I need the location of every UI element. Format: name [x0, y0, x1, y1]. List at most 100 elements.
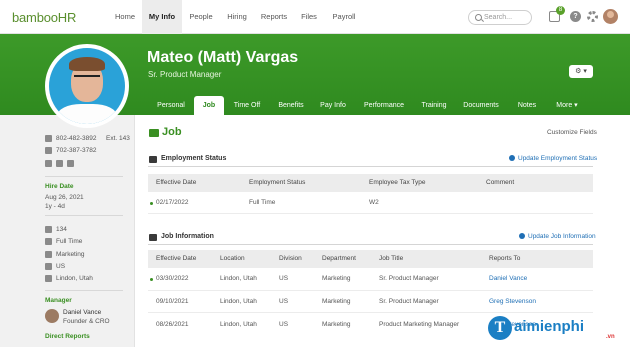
- job-information-table-header: Effective Date Location Division Departm…: [148, 250, 593, 268]
- cell-job-title: Sr. Product Manager: [379, 275, 439, 282]
- profile-settings-button[interactable]: ⚙ ▾: [569, 65, 593, 78]
- facebook-icon[interactable]: [56, 160, 63, 167]
- top-navigation: bambooHR Home My Info People Hiring Repo…: [0, 0, 630, 34]
- direct-reports-label: Direct Reports: [45, 333, 90, 340]
- plus-icon: [509, 155, 515, 161]
- customize-fields-link[interactable]: Customize Fields: [547, 129, 597, 136]
- mobile-icon: [45, 147, 52, 154]
- column-header: Reports To: [489, 255, 521, 262]
- help-icon[interactable]: ?: [570, 11, 581, 22]
- tab-notes[interactable]: Notes: [508, 96, 546, 115]
- cell-division: US: [279, 321, 289, 328]
- cell-job-title: Sr. Product Manager: [379, 298, 439, 305]
- watermark-logo-icon: T: [488, 316, 512, 340]
- cell-department: Marketing: [322, 298, 351, 305]
- cell-effective-date: 02/17/2022: [156, 199, 189, 206]
- twitter-icon[interactable]: [67, 160, 74, 167]
- bamboohr-logo[interactable]: bambooHR: [12, 10, 76, 25]
- building-icon: [45, 275, 52, 282]
- current-indicator: [150, 202, 153, 205]
- work-phone[interactable]: 802-482-3892: [56, 135, 96, 142]
- tab-time-off[interactable]: Time Off: [226, 96, 268, 115]
- cell-department: Marketing: [322, 275, 351, 282]
- sidebar-divider: [45, 176, 123, 177]
- cell-location: Lindon, Utah: [220, 321, 257, 328]
- employment-status-title: Employment Status: [161, 155, 227, 162]
- cell-location: Lindon, Utah: [220, 298, 257, 305]
- tab-pay-info[interactable]: Pay Info: [314, 96, 352, 115]
- department: Marketing: [56, 251, 85, 258]
- nav-reports[interactable]: Reports: [256, 0, 292, 34]
- cell-job-title: Product Marketing Manager: [379, 321, 460, 328]
- cell-effective-date: 09/10/2021: [156, 298, 189, 305]
- employee-name: Mateo (Matt) Vargas: [147, 49, 299, 66]
- current-indicator: [150, 278, 153, 281]
- column-header: Location: [220, 255, 245, 262]
- mobile-phone[interactable]: 702-387-3782: [56, 147, 96, 154]
- gear-icon[interactable]: [587, 11, 598, 22]
- section-divider: [148, 166, 593, 167]
- profile-photo[interactable]: [49, 48, 125, 124]
- cell-location: Lindon, Utah: [220, 275, 257, 282]
- column-header: Employment Status: [249, 179, 306, 186]
- watermark-text: aimienphi: [514, 318, 585, 335]
- location-pin-icon: [45, 263, 52, 270]
- cell-department: Marketing: [322, 321, 351, 328]
- employment-type: Full Time: [56, 238, 83, 245]
- cell-division: US: [279, 298, 289, 305]
- nav-people[interactable]: People: [182, 0, 220, 34]
- taimienphi-watermark: T aimienphi .vn: [488, 314, 626, 344]
- column-header: Division: [279, 255, 302, 262]
- clock-icon: [45, 238, 52, 245]
- search-input[interactable]: Search...: [468, 10, 532, 25]
- tab-benefits[interactable]: Benefits: [270, 96, 312, 115]
- search-icon: [475, 14, 482, 21]
- hire-date: Aug 26, 2021: [45, 194, 84, 201]
- column-header: Comment: [486, 179, 515, 186]
- email-icon[interactable]: [45, 160, 52, 167]
- tab-documents[interactable]: Documents: [456, 96, 506, 115]
- phone-extension: Ext. 143: [106, 135, 130, 142]
- cell-reports-to[interactable]: Daniel Vance: [489, 275, 527, 282]
- user-avatar[interactable]: [603, 9, 618, 24]
- cell-division: US: [279, 275, 289, 282]
- nav-my-info[interactable]: My Info: [142, 0, 182, 34]
- page-title: Job: [162, 126, 182, 138]
- inbox-count-badge: 8: [556, 6, 565, 15]
- update-job-information-label: Update Job Information: [528, 233, 596, 240]
- plus-icon: [519, 233, 525, 239]
- tab-job[interactable]: Job: [194, 96, 224, 115]
- tab-more[interactable]: More ▾: [548, 96, 586, 115]
- column-header: Department: [322, 255, 356, 262]
- office-location: Lindon, Utah: [56, 275, 93, 282]
- employment-status-icon: [149, 156, 157, 163]
- manager-label: Manager: [45, 297, 72, 304]
- phone-icon: [45, 135, 52, 142]
- nav-hiring[interactable]: Hiring: [220, 0, 254, 34]
- job-information-icon: [149, 234, 157, 241]
- tab-training[interactable]: Training: [414, 96, 454, 115]
- column-header: Employee Tax Type: [369, 179, 426, 186]
- tenure: 1y - 4d: [45, 203, 65, 210]
- cell-employment-status: Full Time: [249, 199, 276, 206]
- cell-reports-to[interactable]: Greg Stevenson: [489, 298, 536, 305]
- tab-performance[interactable]: Performance: [356, 96, 412, 115]
- column-header: Job Title: [379, 255, 404, 262]
- tab-personal[interactable]: Personal: [149, 96, 193, 115]
- row-divider: [148, 213, 593, 214]
- watermark-suffix: .vn: [606, 334, 615, 340]
- sidebar-divider: [45, 290, 123, 291]
- manager-avatar[interactable]: [45, 309, 59, 323]
- hash-icon: [45, 226, 52, 233]
- job-information-title: Job Information: [161, 233, 214, 240]
- employment-status-table-header: Effective Date Employment Status Employe…: [148, 174, 593, 192]
- nav-files[interactable]: Files: [294, 0, 324, 34]
- cell-tax-type: W2: [369, 199, 379, 206]
- nav-payroll[interactable]: Payroll: [326, 0, 362, 34]
- manager-name[interactable]: Daniel Vance: [63, 309, 101, 316]
- update-employment-status-button[interactable]: Update Employment Status: [509, 155, 597, 162]
- nav-home[interactable]: Home: [108, 0, 142, 34]
- employee-title: Sr. Product Manager: [148, 70, 222, 79]
- update-job-information-button[interactable]: Update Job Information: [519, 233, 596, 240]
- department-icon: [45, 251, 52, 258]
